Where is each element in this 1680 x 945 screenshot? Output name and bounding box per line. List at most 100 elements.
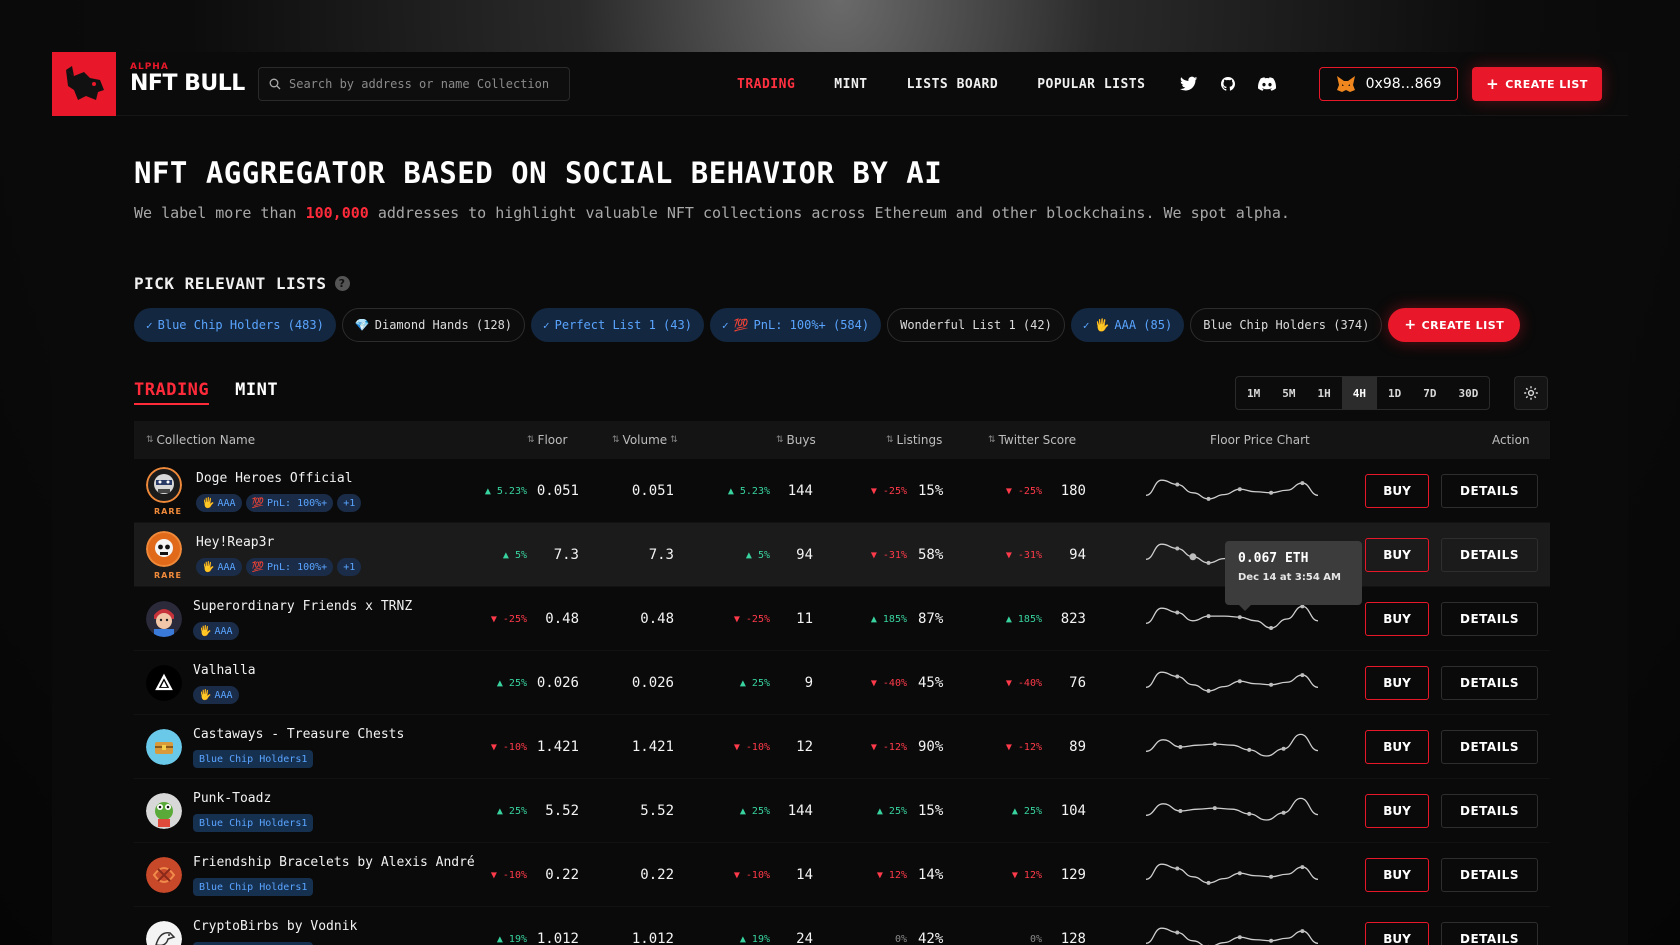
collection-tag[interactable]: Blue Chip Holders1 [193,814,314,832]
collection-name[interactable]: Doge Heroes Official [196,471,353,486]
details-button[interactable]: DETAILS [1441,538,1538,572]
wallet-button[interactable]: 0x98…869 [1319,67,1458,101]
buys-value: 12 [774,715,813,779]
details-button[interactable]: DETAILS [1441,858,1538,892]
details-button[interactable]: DETAILS [1441,602,1538,636]
buys-value-text: 94 [796,547,813,563]
collection-avatar[interactable] [146,857,182,893]
discord-icon[interactable] [1258,77,1276,91]
timeframe-1m[interactable]: 1M [1236,377,1271,409]
table-row[interactable]: RARE Doge Heroes Official 🖐 AAA 💯 PnL: 100%+ +… [134,459,1550,523]
floor-price-chart[interactable] [1142,789,1322,833]
collection-name[interactable]: Castaways - Treasure Chests [193,727,404,742]
subtitle-post: addresses to highlight valuable NFT coll… [368,204,1290,222]
twitter-icon[interactable] [1180,76,1198,92]
settings-button[interactable] [1514,376,1548,410]
collection-tag[interactable]: 🖐 AAA [193,622,239,640]
collection-name[interactable]: CryptoBirbs by Vodnik [193,919,357,934]
list-chip[interactable]: Wonderful List 1 (42) [887,308,1065,342]
buy-button[interactable]: BUY [1365,730,1429,764]
timeframe-1h[interactable]: 1H [1307,377,1342,409]
timeframe-30d[interactable]: 30D [1448,377,1490,409]
collection-name[interactable]: Hey!Reap3r [196,535,274,550]
table-row[interactable]: CryptoBirbs by VodnikBlue Chip Holders1▲… [134,907,1550,945]
collection-tag[interactable]: 💯 PnL: 100%+ [245,494,334,512]
table-row[interactable]: Punk-Toadz Blue Chip Holders1 ▲ 25% 5.52 5.5… [134,779,1550,843]
details-button[interactable]: DETAILS [1441,666,1538,700]
col-header-volume[interactable]: ⇅ Volume ⇅ [612,421,681,459]
bull-logo-icon[interactable] [52,52,116,116]
header-create-list-button[interactable]: + CREATE LIST [1472,67,1602,101]
buy-button[interactable]: BUY [1365,794,1429,828]
timeframe-7d[interactable]: 7D [1412,377,1447,409]
floor-price-chart[interactable] [1142,661,1322,705]
buy-button[interactable]: BUY [1365,858,1429,892]
buy-button[interactable]: BUY [1365,602,1429,636]
floor-price-point [1281,746,1286,751]
collection-avatar[interactable] [146,921,182,945]
details-button[interactable]: DETAILS [1441,474,1538,508]
list-chip[interactable]: ✓ 🖐 AAA (85) [1070,308,1185,342]
col-header-listings[interactable]: ⇅ Listings [886,421,942,459]
collection-name[interactable]: Superordinary Friends x TRNZ [193,599,412,614]
floor-price-chart[interactable] [1142,725,1322,769]
collection-avatar[interactable] [146,793,182,829]
collection-avatar[interactable] [146,467,182,503]
floor-price-point [1247,811,1252,816]
collection-tags: 🖐 AAA 💯 PnL: 100%+ +1 [196,558,362,576]
tab-trading[interactable]: TRADING [134,380,210,405]
floor-price-chart[interactable] [1142,469,1322,513]
nav-popular-lists[interactable]: POPULAR LISTS [1037,77,1145,92]
collection-tag[interactable]: 🖐 AAA [196,494,242,512]
collection-tag[interactable]: +1 [337,558,362,576]
collection-name[interactable]: Friendship Bracelets by Alexis André [193,855,475,870]
gear-icon [1524,386,1538,400]
create-list-chip-button[interactable]: + CREATE LIST [1388,308,1521,342]
collection-tag[interactable]: 🖐 AAA [193,686,239,704]
list-chip[interactable]: 💎 Diamond Hands (128) [341,308,526,342]
search-box[interactable] [258,67,570,101]
col-header-buys[interactable]: ⇅ Buys [776,421,816,459]
timeframe-4h[interactable]: 4H [1341,377,1377,409]
collection-name[interactable]: Punk-Toadz [193,791,271,806]
help-icon[interactable]: ? [334,276,350,291]
collection-avatar[interactable] [146,601,182,637]
details-button[interactable]: DETAILS [1441,794,1538,828]
timeframe-5m[interactable]: 5M [1271,377,1306,409]
collection-tag[interactable]: +1 [337,494,362,512]
collection-tag[interactable]: 💯 PnL: 100%+ [245,558,334,576]
collection-tag[interactable]: Blue Chip Holders1 [193,878,314,896]
search-input[interactable] [289,77,559,91]
table-row[interactable]: Castaways - Treasure Chests Blue Chip Hol… [134,715,1550,779]
buy-button[interactable]: BUY [1365,666,1429,700]
github-icon[interactable] [1220,76,1236,92]
list-chip[interactable]: ✓ 💯 PnL: 100%+ (584) [709,308,882,342]
timeframe-1d[interactable]: 1D [1377,377,1412,409]
list-chip[interactable]: ✓ Blue Chip Holders (483) [134,308,336,342]
collection-avatar[interactable] [146,531,182,567]
collection-tag[interactable]: Blue Chip Holders1 [193,750,314,768]
collection-avatar[interactable] [146,665,182,701]
buy-button[interactable]: BUY [1365,474,1429,508]
nav-lists-board[interactable]: LISTS BOARD [907,77,999,92]
collection-avatar[interactable] [146,729,182,765]
table-row[interactable]: Valhalla 🖐 AAA ▲ 25% 0.026 0.026 ▲ 25% 9 ▼ -40% 4… [134,651,1550,715]
collection-tag[interactable]: 🖐 AAA [196,558,242,576]
details-button[interactable]: DETAILS [1441,730,1538,764]
col-header-name[interactable]: ⇅ Collection Name [146,421,255,459]
details-button[interactable]: DETAILS [1441,922,1538,945]
buy-button[interactable]: BUY [1365,922,1429,945]
nav-mint[interactable]: MINT [834,77,867,92]
floor-price-chart[interactable] [1142,853,1322,897]
buy-button[interactable]: BUY [1365,538,1429,572]
list-chip[interactable]: ✓ Perfect List 1 (43) [531,308,704,342]
brand[interactable]: ALPHA NFT BULL [130,62,245,96]
collection-name[interactable]: Valhalla [193,663,256,678]
list-chip[interactable]: Blue Chip Holders (374) [1190,308,1383,342]
col-header-floor[interactable]: ⇅ Floor [527,421,567,459]
col-header-twitter[interactable]: ⇅ Twitter Score [988,421,1076,459]
floor-price-chart[interactable] [1142,917,1322,945]
nav-trading[interactable]: TRADING [737,77,795,92]
tab-mint[interactable]: MINT [235,380,278,405]
table-row[interactable]: Friendship Bracelets by Alexis André Blue… [134,843,1550,907]
